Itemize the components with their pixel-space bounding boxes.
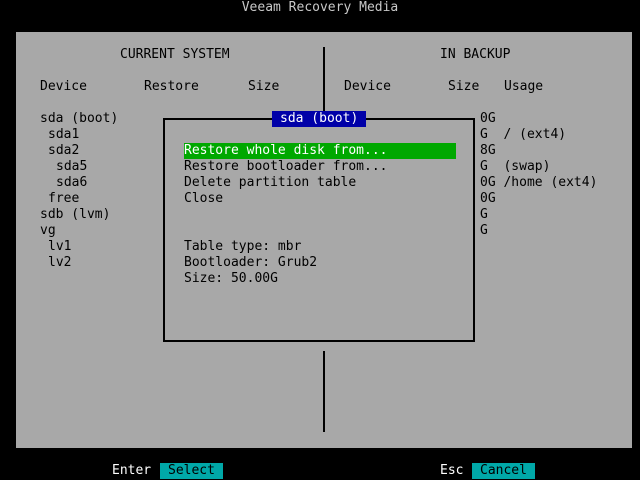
select-button[interactable]: Select: [160, 463, 223, 479]
info-bootloader: Bootloader: Grub2: [184, 255, 318, 270]
menu-close[interactable]: Close: [184, 191, 223, 207]
menu-restore-whole-disk[interactable]: Restore whole disk from...: [184, 143, 456, 159]
backup-row: 0G: [480, 111, 496, 126]
device-row[interactable]: sdb (lvm): [40, 207, 110, 223]
menu-restore-bootloader[interactable]: Restore bootloader from...: [184, 159, 388, 175]
backup-row: 0G /home (ext4): [480, 175, 598, 190]
device-row[interactable]: lv2: [48, 255, 71, 271]
menu-delete-partition-table[interactable]: Delete partition table: [184, 175, 356, 191]
device-row[interactable]: lv1: [48, 239, 71, 255]
esc-key-label: Esc: [440, 463, 464, 478]
enter-key-label: Enter: [112, 463, 152, 478]
device-row[interactable]: free: [48, 191, 79, 207]
info-table-type: Table type: mbr: [184, 239, 302, 254]
backup-row: G: [480, 207, 488, 222]
device-row[interactable]: sda (boot): [40, 111, 118, 127]
backup-row: G (swap): [480, 159, 551, 174]
backup-row: G / (ext4): [480, 127, 567, 142]
col-restore: Restore: [144, 79, 199, 94]
in-backup-heading: IN BACKUP: [440, 47, 511, 62]
col-size-current: Size: [248, 79, 280, 94]
info-size: Size: 50.00G: [184, 271, 278, 286]
cancel-button[interactable]: Cancel: [472, 463, 535, 479]
col-size-backup: Size: [448, 79, 480, 94]
device-row[interactable]: sda2: [48, 143, 79, 159]
device-row[interactable]: sda1: [48, 127, 79, 143]
device-row[interactable]: sda6: [56, 175, 87, 191]
column-divider-bottom: [323, 351, 325, 432]
device-row[interactable]: vg: [40, 223, 56, 239]
col-usage-backup: Usage: [504, 79, 544, 94]
device-row[interactable]: sda5: [56, 159, 87, 175]
dialog-title: sda (boot): [272, 111, 367, 127]
current-system-heading: CURRENT SYSTEM: [120, 47, 230, 62]
column-divider-top: [323, 47, 325, 118]
backup-row: 8G: [480, 143, 496, 158]
col-device-backup: Device: [344, 79, 391, 94]
backup-row: G: [480, 223, 488, 238]
window-title: Veeam Recovery Media: [241, 0, 399, 15]
backup-row: 0G: [480, 191, 496, 206]
col-device-current: Device: [40, 79, 87, 94]
